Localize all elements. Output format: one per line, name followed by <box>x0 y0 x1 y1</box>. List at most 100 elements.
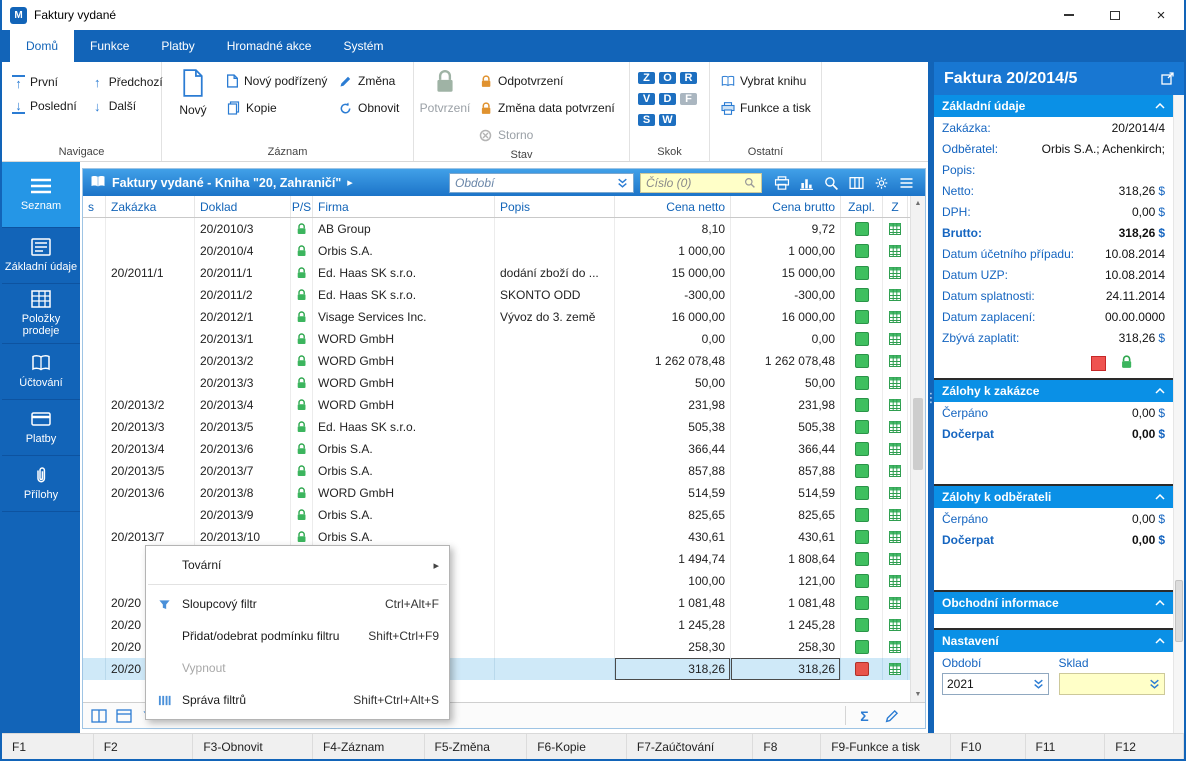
sum-icon[interactable]: Σ <box>854 706 875 725</box>
scroll-up-icon[interactable]: ▲ <box>911 196 925 211</box>
statusbar-item-f3-obnovit[interactable]: F3-Obnovit <box>193 734 313 759</box>
table-row[interactable]: 20/2010/4 Orbis S.A. 1 000,00 1 000,00 <box>83 240 925 262</box>
settings-icon[interactable] <box>870 172 893 193</box>
menu-item-spr-va-filtr[interactable]: Správa filtrů Shift+Ctrl+Alt+S <box>146 684 449 716</box>
statusbar-item-f11[interactable]: F11 <box>1026 734 1106 759</box>
table-row[interactable]: 20/2010/3 AB Group 8,10 9,72 <box>83 218 925 240</box>
section-header-zalohy-k-zakazce[interactable]: Zálohy k zakázce <box>934 380 1173 402</box>
new-button[interactable]: Nový <box>166 65 220 117</box>
menu-icon[interactable] <box>895 172 918 193</box>
new-child-button[interactable]: Nový podřízený <box>220 70 332 92</box>
sidebar-item-seznam[interactable]: Seznam <box>2 162 80 228</box>
table-row[interactable]: 20/2013/3 WORD GmbH 50,00 50,00 <box>83 372 925 394</box>
column-header-s[interactable]: s <box>83 196 106 217</box>
expand-arrow-icon[interactable]: ▸ <box>347 176 353 189</box>
column-header-z[interactable]: Z <box>883 196 908 217</box>
first-button[interactable]: ↑ První <box>6 71 83 93</box>
find-icon[interactable] <box>820 172 843 193</box>
menu-item-sloupcov-filtr[interactable]: Sloupcový filtr Ctrl+Alt+F <box>146 588 449 620</box>
number-search-input[interactable]: Číslo (0) <box>640 172 762 193</box>
sidebar-item-tov-n[interactable]: Účtování <box>2 344 80 400</box>
sidebar-item-z-kladn-daje[interactable]: Základní údaje <box>2 228 80 284</box>
warehouse-select[interactable] <box>1058 673 1165 695</box>
storno-button[interactable]: Storno <box>472 124 621 146</box>
statusbar-item-f10[interactable]: F10 <box>951 734 1026 759</box>
edit-icon[interactable] <box>881 706 902 725</box>
menu-item-tov-rn[interactable]: Tovární ▸ <box>146 549 449 581</box>
jump-s-button[interactable]: S <box>638 114 655 126</box>
table-row[interactable]: 20/2013/1 WORD GmbH 0,00 0,00 <box>83 328 925 350</box>
card-view-icon[interactable] <box>113 706 134 725</box>
view-columns-icon[interactable] <box>88 706 109 725</box>
sidebar-item-p-lohy[interactable]: Přílohy <box>2 456 80 512</box>
scroll-down-icon[interactable]: ▼ <box>911 687 925 702</box>
table-row[interactable]: 20/2013/2 20/2013/4 WORD GmbH 231,98 231,98 <box>83 394 925 416</box>
statusbar-item-f4-z-znam[interactable]: F4-Záznam <box>313 734 425 759</box>
period-filter-combo[interactable]: Období <box>449 172 634 193</box>
last-button[interactable]: ↓ Poslední <box>6 95 83 117</box>
jump-v-button[interactable]: V <box>638 93 655 105</box>
section-header-nastaveni[interactable]: Nastavení <box>934 630 1173 652</box>
select-book-button[interactable]: Vybrat knihu <box>714 70 812 92</box>
columns-icon[interactable] <box>845 172 868 193</box>
tab-syst-m[interactable]: Systém <box>327 30 399 62</box>
refresh-button[interactable]: Obnovit <box>332 97 405 119</box>
vertical-scrollbar[interactable]: ▲ ▼ <box>910 196 925 702</box>
jump-w-button[interactable]: W <box>659 114 676 126</box>
minimize-button[interactable] <box>1046 0 1092 30</box>
expand-panel-icon[interactable] <box>1161 72 1174 85</box>
functions-print-button[interactable]: Funkce a tisk <box>714 97 817 119</box>
edit-button[interactable]: Změna <box>332 70 405 92</box>
column-header-zapl[interactable]: Zapl. <box>841 196 883 217</box>
sidebar-item-platby[interactable]: Platby <box>2 400 80 456</box>
column-header-popis[interactable]: Popis <box>495 196 615 217</box>
jump-z-button[interactable]: Z <box>638 72 655 84</box>
table-row[interactable]: 20/2013/5 20/2013/7 Orbis S.A. 857,88 857,88 <box>83 460 925 482</box>
column-header-zakazka[interactable]: Zakázka <box>106 196 195 217</box>
column-header-ps[interactable]: P/S <box>291 196 313 217</box>
previous-button[interactable]: ↑ Předchozí <box>85 71 169 93</box>
close-button[interactable]: × <box>1138 0 1184 30</box>
statusbar-item-f1[interactable]: F1 <box>2 734 94 759</box>
panel-scrollbar-thumb[interactable] <box>1175 579 1183 642</box>
maximize-button[interactable] <box>1092 0 1138 30</box>
confirm-button[interactable]: Potvrzení <box>418 65 472 115</box>
table-row[interactable]: 20/2012/1 Visage Services Inc. Vývoz do 3.… <box>83 306 925 328</box>
section-header-zalohy-k-odberateli[interactable]: Zálohy k odběrateli <box>934 486 1173 508</box>
statusbar-item-f6-kopie[interactable]: F6-Kopie <box>527 734 627 759</box>
panel-scrollbar[interactable] <box>1173 95 1184 733</box>
chart-icon[interactable] <box>795 172 818 193</box>
unconfirm-button[interactable]: Odpotvrzení <box>472 70 621 92</box>
column-header-cena-brutto[interactable]: Cena brutto <box>731 196 841 217</box>
statusbar-item-f8[interactable]: F8 <box>753 734 822 759</box>
statusbar-item-f7-za-tov-n[interactable]: F7-Zaúčtování <box>627 734 754 759</box>
jump-d-button[interactable]: D <box>659 93 676 105</box>
column-header-cena-netto[interactable]: Cena netto <box>615 196 731 217</box>
print-icon[interactable] <box>770 172 793 193</box>
copy-button[interactable]: Kopie <box>220 97 332 119</box>
menu-item-p-idat-odebrat-podm-nku-filtru[interactable]: Přidat/odebrat podmínku filtru Shift+Ctrl… <box>146 620 449 652</box>
tab-platby[interactable]: Platby <box>145 30 210 62</box>
table-row[interactable]: 20/2011/1 20/2011/1 Ed. Haas SK s.r.o. dodá… <box>83 262 925 284</box>
change-confirm-date-button[interactable]: Změna data potvrzení <box>472 97 621 119</box>
table-row[interactable]: 20/2013/6 20/2013/8 WORD GmbH 514,59 514,59 <box>83 482 925 504</box>
table-row[interactable]: 20/2011/2 Ed. Haas SK s.r.o. SKONTO ODD -30… <box>83 284 925 306</box>
scrollbar-thumb[interactable] <box>913 398 923 471</box>
section-header-zakladni-udaje[interactable]: Základní údaje <box>934 95 1173 117</box>
table-row[interactable]: 20/2013/4 20/2013/6 Orbis S.A. 366,44 366,44 <box>83 438 925 460</box>
column-header-doklad[interactable]: Doklad <box>195 196 291 217</box>
statusbar-item-f2[interactable]: F2 <box>94 734 194 759</box>
table-row[interactable]: 20/2013/2 WORD GmbH 1 262 078,48 1 262 078,… <box>83 350 925 372</box>
jump-o-button[interactable]: O <box>659 72 676 84</box>
table-row[interactable]: 20/2013/3 20/2013/5 Ed. Haas SK s.r.o. 505,… <box>83 416 925 438</box>
section-header-obchodni-informace[interactable]: Obchodní informace <box>934 592 1173 614</box>
jump-r-button[interactable]: R <box>680 72 697 84</box>
statusbar-item-f9-funkce-a-tisk[interactable]: F9-Funkce a tisk <box>821 734 951 759</box>
statusbar-item-f12[interactable]: F12 <box>1105 734 1184 759</box>
column-header-firma[interactable]: Firma <box>313 196 495 217</box>
tab-hromadn-akce[interactable]: Hromadné akce <box>211 30 328 62</box>
statusbar-item-f5-zm-na[interactable]: F5-Změna <box>425 734 528 759</box>
tab-funkce[interactable]: Funkce <box>74 30 145 62</box>
tab-dom[interactable]: Domů <box>10 30 75 62</box>
next-button[interactable]: ↓ Další <box>85 95 169 117</box>
